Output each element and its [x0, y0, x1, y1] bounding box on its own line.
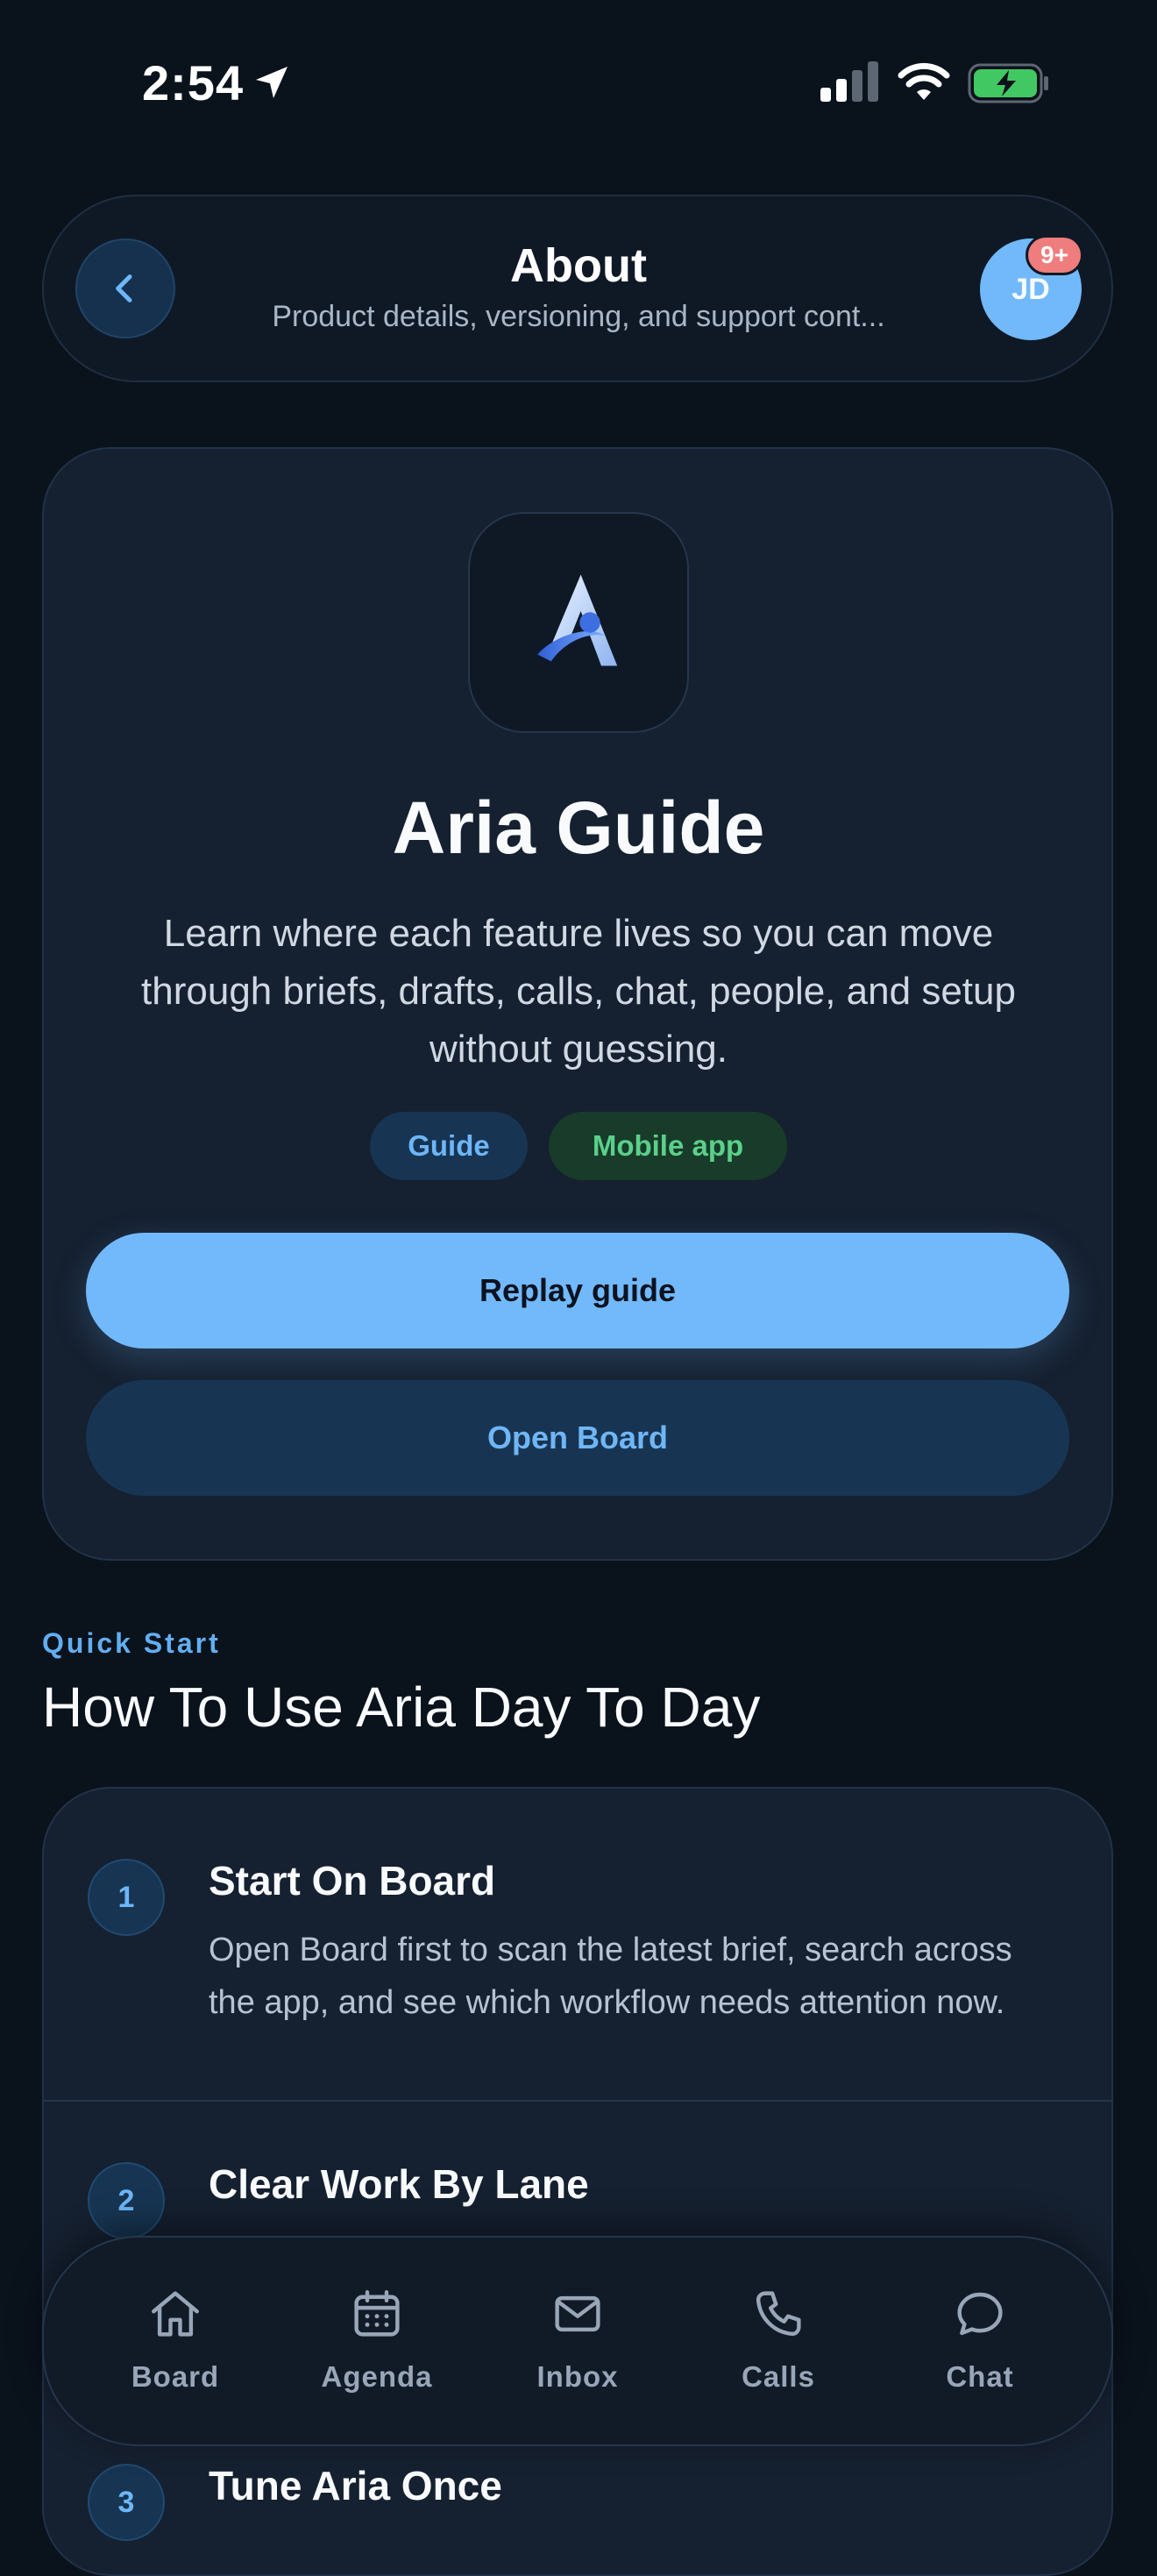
step-title: Tune Aria Once — [209, 2463, 502, 2508]
tab-label: Agenda — [321, 2360, 433, 2393]
step-body: Open Board first to scan the latest brie… — [209, 1932, 1012, 2021]
step-number: 1 — [88, 1859, 165, 1936]
step-title: Clear Work By Lane — [209, 2161, 589, 2207]
tab-label: Inbox — [536, 2360, 619, 2393]
step-number: 2 — [88, 2162, 165, 2239]
app-description: Learn where each feature lives so you ca… — [141, 912, 1016, 1071]
app-name: Aria Guide — [392, 786, 765, 869]
tab-board[interactable]: Board — [88, 2285, 263, 2394]
tab-agenda[interactable]: Agenda — [289, 2285, 465, 2394]
replay-guide-button[interactable]: Replay guide — [86, 1233, 1069, 1348]
aria-logo-icon — [537, 574, 618, 666]
cellular-signal-icon — [820, 61, 878, 102]
calendar-icon — [354, 2290, 400, 2337]
step-number: 3 — [88, 2464, 165, 2541]
tab-label: Board — [131, 2360, 220, 2393]
chat-bubble-icon — [957, 2292, 1003, 2336]
page-subtitle: Product details, versioning, and support… — [272, 300, 885, 333]
notification-badge: 9+ — [1026, 235, 1083, 275]
mail-icon — [555, 2295, 600, 2332]
avatar-initials: JD — [1011, 272, 1050, 306]
app-logo — [468, 512, 689, 733]
wifi-icon — [898, 62, 950, 100]
tab-label: Chat — [946, 2360, 1014, 2393]
tab-chat[interactable]: Chat — [892, 2285, 1068, 2394]
tab-label: Calls — [742, 2360, 815, 2393]
open-board-button[interactable]: Open Board — [86, 1380, 1069, 1496]
tab-calls[interactable]: Calls — [691, 2285, 866, 2394]
step-title: Start On Board — [209, 1858, 496, 1904]
status-time: 2:54 — [142, 55, 245, 110]
divider — [44, 2100, 1111, 2102]
battery-charging-icon — [968, 63, 1048, 103]
section-eyebrow: Quick Start — [42, 1627, 221, 1659]
home-icon — [152, 2291, 199, 2337]
phone-icon — [756, 2291, 801, 2337]
location-arrow-icon — [256, 67, 287, 98]
guide-chip: Guide — [370, 1112, 528, 1180]
section-title: How To Use Aria Day To Day — [42, 1676, 761, 1739]
tab-inbox[interactable]: Inbox — [490, 2285, 665, 2394]
mobile-app-chip: Mobile app — [549, 1112, 787, 1180]
